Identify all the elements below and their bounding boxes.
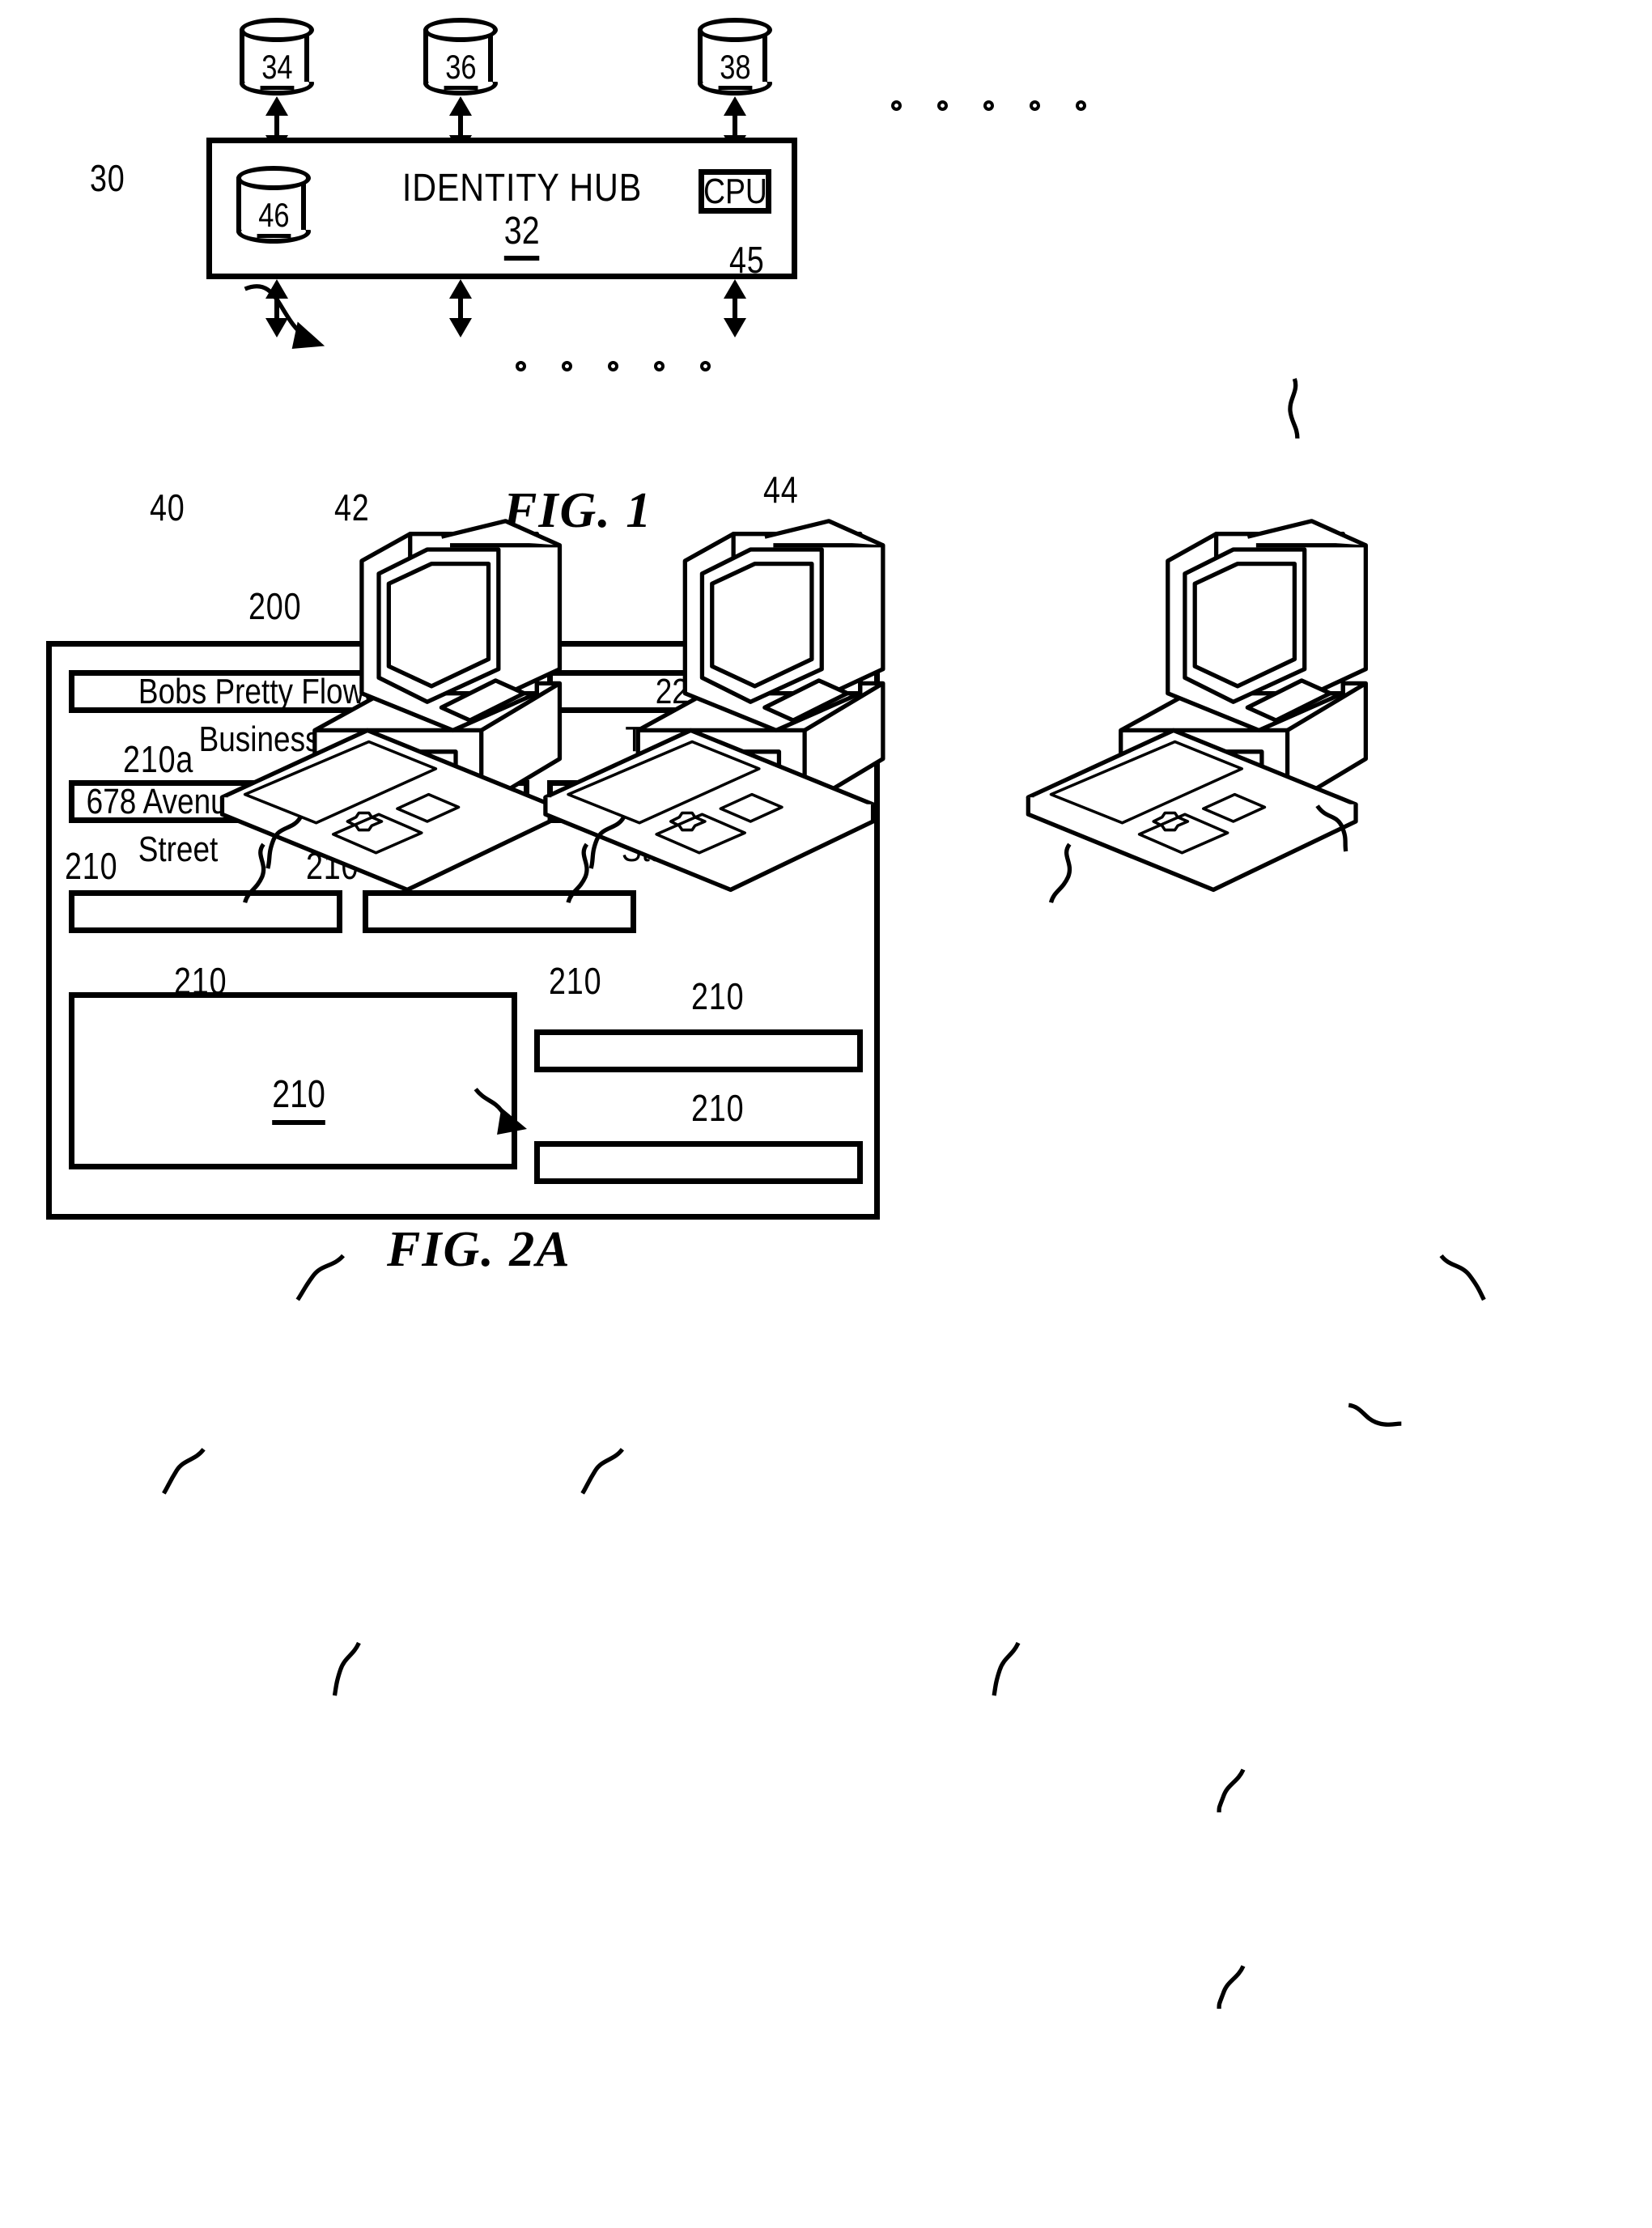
- leader-210-right-top: [1217, 1768, 1246, 1813]
- empty-field-right[interactable]: [363, 890, 636, 933]
- cylinder-top-ellipse: [698, 18, 772, 42]
- database-cylinder-icon-46: 46: [236, 166, 311, 244]
- cylinder-top-ellipse: [236, 166, 311, 190]
- cpu-ref-45: 45: [729, 239, 765, 281]
- system-ref-30: 30: [90, 157, 125, 199]
- database-ref-46: 46: [236, 198, 311, 238]
- fig1-caption: FIG. 1: [503, 483, 653, 538]
- arrow-hub-to-ws44: [724, 279, 746, 337]
- field-ref-street: 210: [65, 845, 118, 887]
- field-ref-right-bottom: 210: [691, 1087, 745, 1129]
- cylinder-top-ellipse: [240, 18, 314, 42]
- patent-drawing-sheet: 34 36 38 46 IDENTITY HUB 32 CPU 45 30 40…: [0, 0, 1652, 2228]
- state-field[interactable]: Tx: [547, 780, 766, 823]
- ellipsis-dot: [1076, 100, 1086, 111]
- database-ellipsis-dots: [891, 100, 1086, 111]
- desktop-computer-icon-44: [1026, 519, 1368, 904]
- ellipsis-dot: [1030, 100, 1040, 111]
- field-ref-city: 210: [306, 845, 359, 887]
- leader-210-empty-right: [992, 1641, 1021, 1696]
- arrow-hub-to-ws42: [449, 279, 472, 337]
- workstation-ref-44: 44: [763, 469, 799, 511]
- cylinder-top-ellipse: [423, 18, 498, 42]
- leader-210-state: [1348, 1403, 1402, 1427]
- database-cylinder-icon-36: 36: [423, 18, 498, 95]
- arrow-hub-to-ws40: [265, 279, 288, 337]
- street-label: Street: [138, 830, 219, 869]
- identity-hub-ref: 32: [364, 209, 680, 261]
- taxpayer-id-value: 221346: [655, 671, 755, 711]
- workstation-ref-40: 40: [150, 486, 185, 528]
- form-ref-200: 200: [248, 585, 302, 627]
- leader-210-right-bottom: [1217, 1965, 1246, 2009]
- leader-44: [1315, 804, 1348, 852]
- field-ref-state: 210: [797, 800, 851, 842]
- field-ref-taxpayer: 210: [806, 738, 860, 780]
- street-value: 678 Avenue F: [86, 781, 270, 821]
- identity-hub-title: IDENTITY HUB: [401, 167, 643, 210]
- city-label: City: [392, 830, 444, 869]
- business-name-field[interactable]: Bobs Pretty Flower Shop: [69, 670, 538, 713]
- large-field-inner-ref: 210: [74, 1072, 523, 1125]
- database-ref-38: 38: [698, 50, 772, 90]
- ellipsis-dot: [562, 361, 572, 371]
- city-value: Austin: [376, 781, 459, 821]
- empty-field-right-top[interactable]: [534, 1029, 863, 1072]
- field-ref-empty-right: 210: [549, 960, 602, 1002]
- business-name-label: Business Name: [198, 719, 409, 759]
- leader-210-city: [580, 1448, 625, 1495]
- cpu-label: CPU: [703, 171, 767, 211]
- state-label: State: [621, 830, 692, 869]
- empty-field-right-bottom[interactable]: [534, 1141, 863, 1184]
- city-field[interactable]: Austin: [305, 780, 529, 823]
- database-cylinder-icon-38: 38: [698, 18, 772, 95]
- taxpayer-id-field[interactable]: 221346: [547, 670, 863, 713]
- field-ref-right-top: 210: [691, 975, 745, 1017]
- ellipsis-dot: [983, 100, 994, 111]
- ellipsis-dot: [608, 361, 618, 371]
- taxpayer-id-label: Taxpayer ID: [625, 719, 785, 759]
- leader-210-taxpayer: [1439, 1254, 1486, 1301]
- ellipsis-dot: [700, 361, 711, 371]
- database-cylinder-icon-34: 34: [240, 18, 314, 95]
- field-ref-210a: 210a: [123, 738, 194, 780]
- database-ref-36: 36: [423, 50, 498, 90]
- fig2a-caption: FIG. 2A: [387, 1222, 571, 1277]
- street-field[interactable]: 678 Avenue F: [69, 780, 287, 823]
- workstation-ref-42: 42: [334, 486, 370, 528]
- ellipsis-dot: [891, 100, 902, 111]
- ellipsis-dot: [654, 361, 665, 371]
- database-ref-34: 34: [240, 50, 314, 90]
- empty-field-left[interactable]: [69, 890, 342, 933]
- state-value: Tx: [639, 781, 673, 821]
- leader-210-street: [162, 1448, 206, 1495]
- leader-30-arrowhead: [291, 321, 325, 349]
- leader-45: [1288, 378, 1300, 439]
- ellipsis-dot: [937, 100, 948, 111]
- leader-210-empty-left: [332, 1641, 361, 1696]
- ellipsis-dot: [516, 361, 526, 371]
- large-text-field[interactable]: 210: [69, 992, 517, 1169]
- leader-210a: [295, 1254, 346, 1301]
- workstation-ellipsis-dots: [516, 361, 711, 371]
- business-name-value: Bobs Pretty Flower Shop: [138, 671, 469, 711]
- cpu-box: CPU: [699, 169, 771, 214]
